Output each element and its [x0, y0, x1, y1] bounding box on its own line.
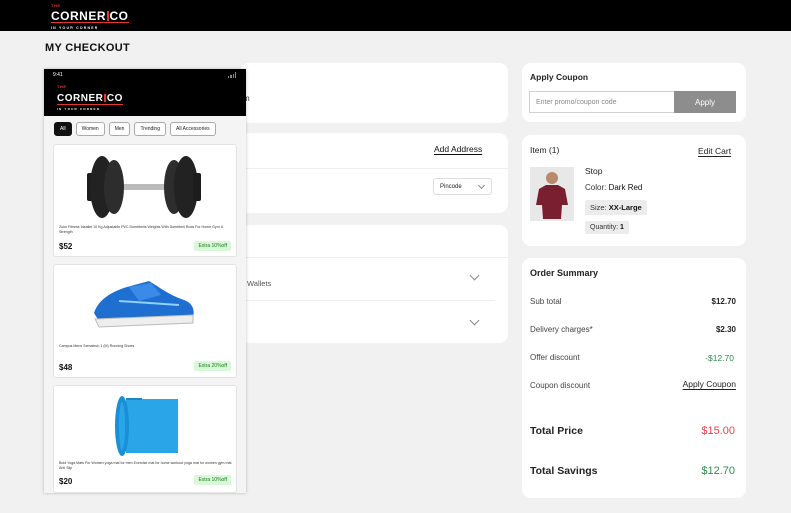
- coupon-placeholder: Enter promo/coupon code: [536, 98, 617, 106]
- product-card[interactable]: Campus Mens Sematech 1 (M) Running Shoes…: [53, 264, 237, 378]
- size-label: Size:: [590, 203, 607, 212]
- product-price: $20: [59, 477, 73, 486]
- mobile-preview: 9:41 THE CORNER CO IN YOUR CORNER All Wom…: [44, 69, 246, 493]
- product-name: Campus Mens Sematech 1 (M) Running Shoes: [59, 344, 135, 348]
- subtotal-label: Sub total: [530, 297, 562, 306]
- product-price: $52: [59, 242, 73, 251]
- phone-header: 9:41 THE CORNER CO IN YOUR CORNER: [44, 69, 246, 116]
- item-name: Stop: [585, 166, 603, 176]
- logo-text-left: CORNER: [57, 93, 104, 104]
- running-shoe-icon: [94, 281, 194, 328]
- coupon-input[interactable]: Enter promo/coupon code: [529, 91, 675, 113]
- top-nav-bar: THE CORNER CO IN YOUR CORNER: [0, 0, 791, 31]
- filter-chip-accessories[interactable]: All Accessories: [170, 122, 216, 136]
- add-address-link[interactable]: Add Address: [434, 144, 482, 154]
- item-header: Item (1): [530, 145, 560, 155]
- item-card: Item (1) Edit Cart Stop Color: Dark Red …: [522, 135, 746, 246]
- payment-divider-2: [240, 300, 495, 301]
- page-title: MY CHECKOUT: [45, 42, 130, 54]
- color-value: Dark Red: [608, 183, 643, 192]
- product-card[interactable]: Zuko Fitness Ideallet 10 Kg Adjustable P…: [53, 144, 237, 257]
- address-card: Add Address Pincode: [240, 133, 508, 213]
- filter-chip-all[interactable]: All: [54, 122, 72, 136]
- total-savings-value: $12.70: [701, 465, 735, 477]
- summary-title: Order Summary: [530, 268, 599, 278]
- quantity-value: 1: [619, 224, 624, 231]
- yoga-mat-icon: [115, 396, 178, 456]
- coupon-discount-label: Coupon discount: [530, 381, 591, 390]
- subtotal-value: $12.70: [711, 297, 736, 306]
- pincode-label: Pincode: [440, 183, 462, 190]
- offer-badge: Extra 10%off: [194, 241, 231, 251]
- chevron-down-icon: [477, 181, 486, 190]
- category-filters: All Women Men Trending All Accessories: [54, 122, 216, 136]
- logo-small-text: THE: [51, 3, 61, 8]
- product-price: $48: [59, 363, 73, 372]
- quantity-label: Quantity:: [590, 224, 619, 231]
- logo-small-text: THE: [57, 84, 67, 89]
- item-color: Color: Dark Red: [585, 183, 642, 192]
- total-savings-label: Total Savings: [530, 465, 598, 477]
- summary-apply-coupon-link[interactable]: Apply Coupon: [683, 379, 736, 389]
- delivery-value: $2.30: [715, 325, 736, 334]
- offer-badge: Extra 10%off: [194, 475, 231, 485]
- product-card[interactable]: Bold Yoga Mats For Women yoga mat for me…: [53, 385, 237, 493]
- delivery-label: Delivery charges*: [530, 325, 593, 334]
- filter-chip-men[interactable]: Men: [108, 122, 131, 136]
- total-price-label: Total Price: [530, 425, 583, 437]
- offer-discount-value: -$12.70: [705, 353, 734, 363]
- filter-chip-trending[interactable]: Trending: [134, 122, 166, 136]
- product-thumbnail: [530, 167, 574, 221]
- edit-cart-link[interactable]: Edit Cart: [698, 146, 731, 156]
- login-card: m: [240, 63, 508, 123]
- logo-text-left: CORNER: [51, 9, 107, 23]
- color-label: Color:: [585, 183, 607, 192]
- logo-tagline: IN YOUR CORNER: [51, 26, 99, 30]
- payment-option-label[interactable]: Wallets: [247, 279, 271, 288]
- dumbbell-icon: [87, 156, 201, 218]
- product-name: Bold Yoga Mats For Women yoga mat for me…: [59, 461, 232, 470]
- chevron-down-icon[interactable]: [469, 270, 480, 281]
- coupon-card: Apply Coupon Enter promo/coupon code App…: [522, 63, 746, 122]
- coupon-title: Apply Coupon: [530, 72, 589, 82]
- logo-text-right: CO: [109, 9, 129, 23]
- address-divider: [240, 168, 508, 169]
- apply-coupon-button[interactable]: Apply: [674, 91, 736, 113]
- logo-text-right: CO: [106, 93, 123, 104]
- logo-tagline: IN YOUR CORNER: [57, 107, 101, 111]
- offer-badge: Extra 20%off: [194, 361, 231, 371]
- payment-card: Wallets: [240, 225, 508, 343]
- phone-brand-logo[interactable]: THE CORNER CO IN YOUR CORNER: [57, 84, 123, 111]
- signal-icon: [228, 72, 236, 78]
- item-quantity-tag: Quantity: 1: [585, 221, 629, 234]
- product-name: Zuko Fitness Ideallet 10 Kg Adjustable P…: [59, 225, 224, 234]
- payment-divider-1: [240, 257, 508, 258]
- size-value: XX-Large: [608, 203, 642, 212]
- item-size-tag: Size: XX-Large: [585, 200, 647, 215]
- filter-chip-women[interactable]: Women: [75, 122, 105, 136]
- total-price-value: $15.00: [701, 425, 735, 437]
- offer-discount-label: Offer discount: [530, 353, 580, 362]
- brand-logo[interactable]: THE CORNER CO IN YOUR CORNER: [51, 3, 129, 30]
- chevron-down-icon[interactable]: [469, 315, 480, 326]
- pincode-select[interactable]: Pincode: [433, 178, 492, 195]
- status-time: 9:41: [53, 72, 63, 78]
- order-summary-card: Order Summary Sub total $12.70 Delivery …: [522, 258, 746, 498]
